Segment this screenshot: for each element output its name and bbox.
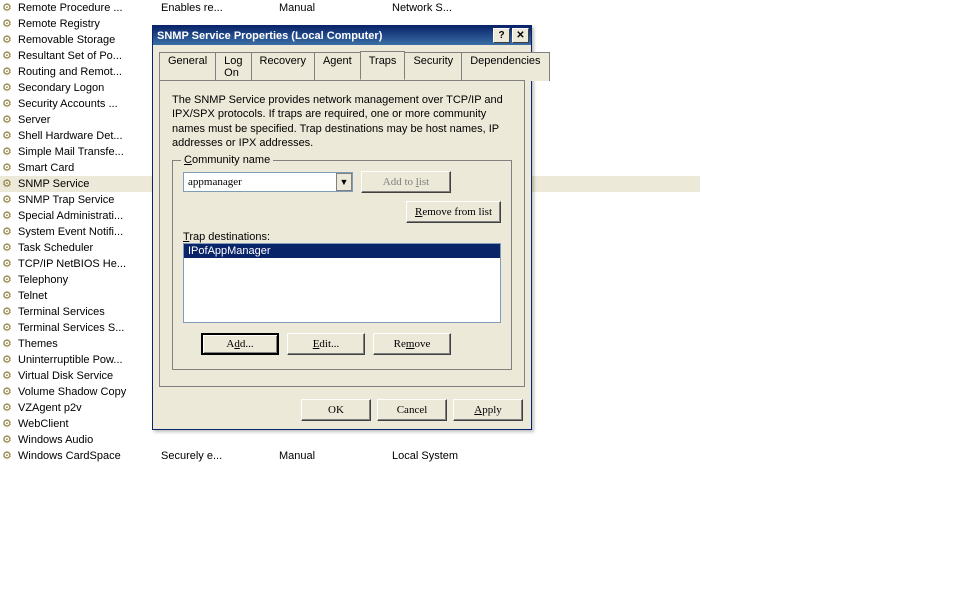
service-name: Windows CardSpace (18, 450, 161, 462)
service-name: Smart Card (18, 162, 161, 174)
service-name: Resultant Set of Po... (18, 50, 161, 62)
dialog-titlebar[interactable]: SNMP Service Properties (Local Computer)… (153, 26, 531, 45)
gear-icon (2, 161, 16, 175)
gear-icon (2, 401, 16, 415)
service-name: Themes (18, 338, 161, 350)
service-name: Task Scheduler (18, 242, 161, 254)
gear-icon (2, 433, 16, 447)
gear-icon (2, 273, 16, 287)
service-desc: Securely e... (161, 450, 279, 462)
service-name: Removable Storage (18, 34, 161, 46)
service-name: Remote Procedure ... (18, 2, 161, 14)
service-row[interactable]: Remote Procedure ...Enables re...ManualN… (0, 0, 700, 16)
add-button[interactable]: Add... (201, 333, 279, 355)
service-name: System Event Notifi... (18, 226, 161, 238)
service-name: Telephony (18, 274, 161, 286)
service-name: Special Administrati... (18, 210, 161, 222)
gear-icon (2, 385, 16, 399)
service-logon: Local System (392, 450, 592, 462)
add-to-list-button: Add to list (361, 171, 451, 193)
community-group: Community name ▼ Add to list Remove from… (172, 160, 512, 370)
gear-icon (2, 305, 16, 319)
gear-icon (2, 369, 16, 383)
service-startup: Manual (279, 450, 392, 462)
dialog-title: SNMP Service Properties (Local Computer) (157, 30, 491, 42)
tab-log-on[interactable]: Log On (215, 52, 251, 81)
tab-strip: GeneralLog OnRecoveryAgentTrapsSecurityD… (153, 45, 531, 80)
service-name: TCP/IP NetBIOS He... (18, 258, 161, 270)
trap-destinations-listbox[interactable]: IPofAppManager (183, 243, 501, 323)
service-name: Shell Hardware Det... (18, 130, 161, 142)
service-desc: Enables re... (161, 2, 279, 14)
gear-icon (2, 337, 16, 351)
service-name: Secondary Logon (18, 82, 161, 94)
close-button[interactable]: ✕ (512, 28, 529, 43)
gear-icon (2, 257, 16, 271)
service-name: Remote Registry (18, 18, 161, 30)
service-name: SNMP Service (18, 178, 161, 190)
gear-icon (2, 449, 16, 463)
gear-icon (2, 353, 16, 367)
gear-icon (2, 49, 16, 63)
tab-security[interactable]: Security (404, 52, 462, 81)
tab-general[interactable]: General (159, 52, 216, 81)
gear-icon (2, 209, 16, 223)
combo-dropdown-button[interactable]: ▼ (336, 173, 352, 191)
dialog-button-row: OK Cancel Apply (153, 393, 531, 429)
service-name: Uninterruptible Pow... (18, 354, 161, 366)
tab-recovery[interactable]: Recovery (251, 52, 315, 81)
apply-button[interactable]: Apply (453, 399, 523, 421)
edit-button[interactable]: Edit... (287, 333, 365, 355)
service-name: Terminal Services S... (18, 322, 161, 334)
gear-icon (2, 177, 16, 191)
service-name: VZAgent p2v (18, 402, 161, 414)
gear-icon (2, 17, 16, 31)
service-name: Security Accounts ... (18, 98, 161, 110)
community-combo[interactable]: ▼ (183, 172, 353, 192)
gear-icon (2, 321, 16, 335)
gear-icon (2, 81, 16, 95)
service-name: Terminal Services (18, 306, 161, 318)
service-name: Virtual Disk Service (18, 370, 161, 382)
tab-traps[interactable]: Traps (360, 51, 406, 80)
gear-icon (2, 97, 16, 111)
gear-icon (2, 1, 16, 15)
remove-from-list-button[interactable]: Remove from list (406, 201, 501, 223)
community-input[interactable] (183, 172, 353, 192)
trap-destinations-label: Trap destinations: (183, 231, 501, 243)
service-name: Server (18, 114, 161, 126)
service-startup: Manual (279, 2, 392, 14)
service-name: SNMP Trap Service (18, 194, 161, 206)
tab-dependencies[interactable]: Dependencies (461, 52, 549, 81)
gear-icon (2, 65, 16, 79)
service-name: Telnet (18, 290, 161, 302)
gear-icon (2, 145, 16, 159)
gear-icon (2, 417, 16, 431)
remove-button[interactable]: Remove (373, 333, 451, 355)
help-button[interactable]: ? (493, 28, 510, 43)
gear-icon (2, 33, 16, 47)
service-row[interactable]: Windows Audio (0, 432, 700, 448)
gear-icon (2, 193, 16, 207)
service-name: Simple Mail Transfe... (18, 146, 161, 158)
gear-icon (2, 129, 16, 143)
service-logon: Network S... (392, 2, 592, 14)
service-name: Routing and Remot... (18, 66, 161, 78)
tab-agent[interactable]: Agent (314, 52, 361, 81)
gear-icon (2, 113, 16, 127)
traps-description: The SNMP Service provides network manage… (172, 93, 512, 150)
service-name: WebClient (18, 418, 161, 430)
gear-icon (2, 289, 16, 303)
ok-button[interactable]: OK (301, 399, 371, 421)
snmp-properties-dialog: SNMP Service Properties (Local Computer)… (152, 25, 532, 430)
cancel-button[interactable]: Cancel (377, 399, 447, 421)
trap-destination-item[interactable]: IPofAppManager (184, 244, 500, 258)
service-name: Volume Shadow Copy (18, 386, 161, 398)
service-name: Windows Audio (18, 434, 161, 446)
gear-icon (2, 225, 16, 239)
tab-body-traps: The SNMP Service provides network manage… (159, 80, 525, 387)
service-row[interactable]: Windows CardSpaceSecurely e...ManualLoca… (0, 448, 700, 464)
community-legend: Community name (181, 154, 273, 166)
gear-icon (2, 241, 16, 255)
